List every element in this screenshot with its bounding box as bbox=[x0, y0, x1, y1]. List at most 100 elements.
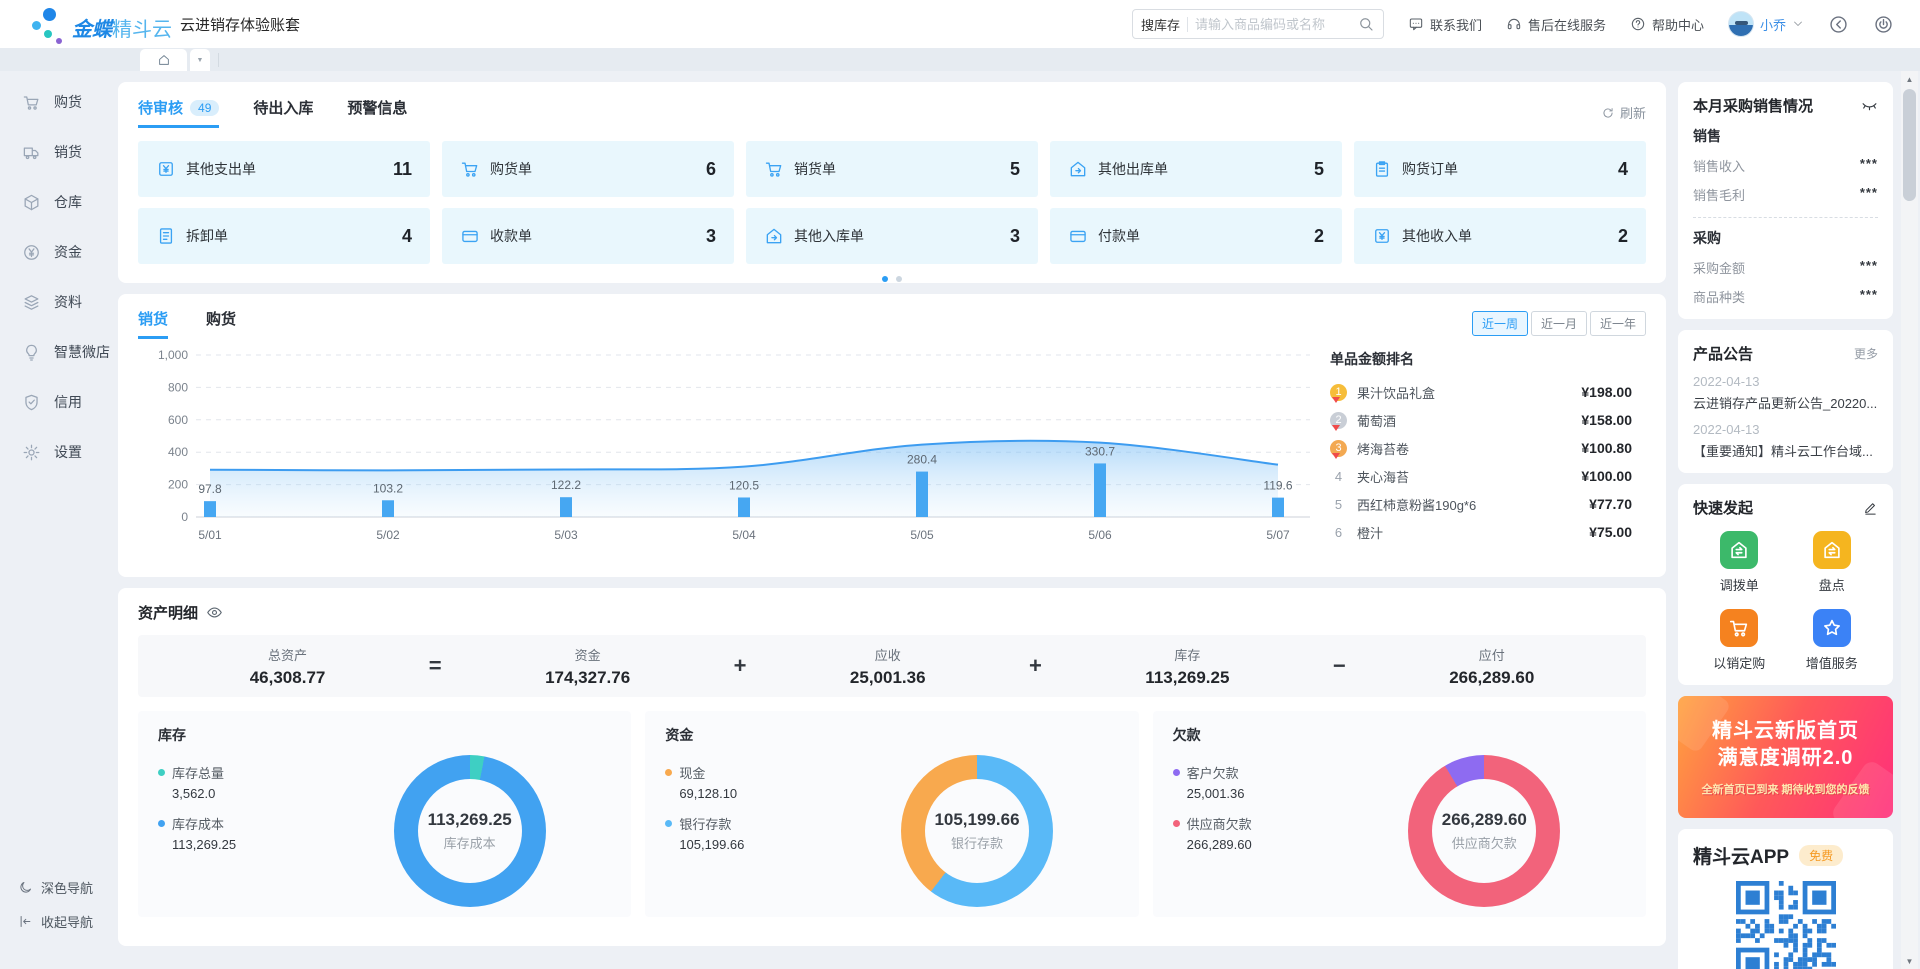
todo-card-purchase-order[interactable]: 购货单6 bbox=[442, 141, 734, 197]
ranking-row[interactable]: 5西红柿意粉酱190g*6¥77.70 bbox=[1330, 495, 1632, 513]
ranking-row[interactable]: 6橙汁¥75.00 bbox=[1330, 523, 1632, 541]
range-week-button[interactable]: 近一周 bbox=[1472, 311, 1528, 336]
svg-text:800: 800 bbox=[168, 380, 188, 394]
svg-text:5/01: 5/01 bbox=[198, 528, 222, 542]
todo-card-other-income[interactable]: 其他收入单2 bbox=[1354, 208, 1646, 264]
todo-card-receipt[interactable]: 收款单3 bbox=[442, 208, 734, 264]
logout-button[interactable] bbox=[1873, 14, 1894, 35]
ranking-row[interactable]: 2葡萄酒¥158.00 bbox=[1330, 411, 1632, 429]
dark-nav-toggle[interactable]: 深色导航 bbox=[0, 878, 112, 897]
todo-card-label: 其他出库单 bbox=[1098, 159, 1168, 179]
tab-alerts[interactable]: 预警信息 bbox=[347, 97, 407, 128]
inventory-search[interactable]: 搜库存 bbox=[1132, 9, 1384, 39]
after-sales-service-link[interactable]: 售后在线服务 bbox=[1506, 15, 1606, 34]
home-tab[interactable] bbox=[140, 49, 187, 71]
edit-pencil-icon[interactable] bbox=[1863, 500, 1878, 515]
search-input[interactable] bbox=[1195, 17, 1350, 32]
sidebar-item-funds[interactable]: 资金 bbox=[0, 227, 112, 277]
warehouse-out-icon bbox=[1068, 159, 1088, 179]
workspace-title: 云进销存体验账套 bbox=[180, 14, 300, 35]
quick-action-value-added[interactable]: 增值服务 bbox=[1806, 609, 1858, 672]
tab-pending-stock[interactable]: 待出入库 bbox=[253, 97, 313, 128]
sidebar-item-warehouse[interactable]: 仓库 bbox=[0, 177, 112, 227]
svg-text:5/03: 5/03 bbox=[554, 528, 578, 542]
gear-icon bbox=[22, 443, 41, 462]
app-title: 精斗云APP bbox=[1693, 842, 1789, 869]
page-scrollbar[interactable]: ▲ ▼ bbox=[1901, 71, 1918, 969]
announcement-item[interactable]: 2022-04-13云进销存产品更新公告_20220... bbox=[1693, 374, 1878, 412]
search-icon[interactable] bbox=[1357, 15, 1375, 33]
sidebar-item-settings[interactable]: 设置 bbox=[0, 427, 112, 477]
headset-icon bbox=[1506, 16, 1522, 32]
carousel-dot-1[interactable] bbox=[882, 276, 888, 282]
scroll-down-arrow[interactable]: ▼ bbox=[1901, 953, 1918, 969]
todo-card-payment[interactable]: 付款单2 bbox=[1050, 208, 1342, 264]
back-button[interactable] bbox=[1828, 14, 1849, 35]
contact-us-link[interactable]: 联系我们 bbox=[1408, 15, 1482, 34]
eye-icon[interactable] bbox=[206, 604, 223, 621]
rank-number: 5 bbox=[1330, 496, 1347, 513]
help-center-link[interactable]: 帮助中心 bbox=[1630, 15, 1704, 34]
ranking-name: 橙汁 bbox=[1357, 523, 1383, 542]
refresh-icon bbox=[1601, 106, 1615, 120]
collapse-nav-button[interactable]: 收起导航 bbox=[0, 912, 112, 931]
free-badge: 免费 bbox=[1799, 845, 1843, 866]
tab-pending-audit[interactable]: 待审核49 bbox=[138, 97, 219, 128]
todo-card-other-inbound[interactable]: 其他入库单3 bbox=[746, 208, 1038, 264]
more-link[interactable]: 更多 bbox=[1854, 345, 1878, 362]
todo-card-label: 拆卸单 bbox=[186, 226, 228, 246]
survey-banner[interactable]: 精斗云新版首页 满意度调研2.0 全新首页已到来 期待收到您的反馈 bbox=[1678, 696, 1893, 818]
scroll-up-arrow[interactable]: ▲ bbox=[1901, 71, 1918, 87]
eye-closed-icon[interactable] bbox=[1861, 97, 1878, 114]
range-month-button[interactable]: 近一月 bbox=[1531, 311, 1587, 336]
collapse-icon bbox=[18, 914, 33, 929]
sidebar-item-credit[interactable]: 信用 bbox=[0, 377, 112, 427]
legend-dot bbox=[158, 820, 165, 827]
quick-action-transfer[interactable]: 调拨单 bbox=[1720, 531, 1759, 594]
ranking-name: 夹心海苔 bbox=[1357, 467, 1409, 486]
svg-text:5/07: 5/07 bbox=[1266, 528, 1290, 542]
ranking-row[interactable]: 3烤海苔卷¥100.80 bbox=[1330, 439, 1632, 457]
sidebar-item-sales[interactable]: 销货 bbox=[0, 127, 112, 177]
sidebar-item-label: 购货 bbox=[54, 92, 82, 112]
todo-card-count: 11 bbox=[393, 159, 412, 180]
quick-action-stocktake[interactable]: 盘点 bbox=[1813, 531, 1851, 594]
layers-icon bbox=[22, 293, 41, 312]
todo-card-other-outbound[interactable]: 其他出库单5 bbox=[1050, 141, 1342, 197]
brand-logo[interactable]: 金蝶精斗云 bbox=[16, 0, 166, 48]
masked-value: *** bbox=[1860, 185, 1878, 204]
user-menu[interactable]: 小乔 bbox=[1728, 11, 1804, 37]
tab-strip-divider bbox=[218, 53, 219, 67]
todo-card-purchase-request[interactable]: 购货订单4 bbox=[1354, 141, 1646, 197]
scrollbar-thumb[interactable] bbox=[1903, 89, 1916, 201]
yen-doc-icon bbox=[1372, 226, 1392, 246]
sidebar-item-data[interactable]: 资料 bbox=[0, 277, 112, 327]
tab-purchase-trend[interactable]: 购货 bbox=[206, 308, 236, 339]
tab-sales-trend[interactable]: 销货 bbox=[138, 308, 168, 339]
tab-label: 预警信息 bbox=[347, 97, 407, 118]
quick-action-sell-to-buy[interactable]: 以销定购 bbox=[1713, 609, 1765, 672]
ranking-row[interactable]: 1果汁饮品礼盒¥198.00 bbox=[1330, 383, 1632, 401]
svg-text:103.2: 103.2 bbox=[373, 481, 403, 495]
todo-card-other-expense[interactable]: 其他支出单11 bbox=[138, 141, 430, 197]
todo-card-disassembly[interactable]: 拆卸单4 bbox=[138, 208, 430, 264]
ranking-amount: ¥75.00 bbox=[1589, 524, 1632, 540]
tab-label: 待出入库 bbox=[253, 97, 313, 118]
announcement-item[interactable]: 2022-04-13【重要通知】精斗云工作台域... bbox=[1693, 422, 1878, 460]
tab-dropdown-button[interactable]: ▼ bbox=[190, 49, 210, 71]
cart-icon bbox=[22, 93, 41, 112]
range-year-button[interactable]: 近一年 bbox=[1590, 311, 1646, 336]
divider bbox=[1693, 217, 1878, 218]
operator-minus: − bbox=[1333, 653, 1346, 679]
sidebar-item-purchase[interactable]: 购货 bbox=[0, 77, 112, 127]
todo-card-sales-order[interactable]: 销货单5 bbox=[746, 141, 1038, 197]
carousel-dot-2[interactable] bbox=[896, 276, 902, 282]
quick-actions-card: 快速发起 调拨单 盘点 以销定购 增值服务 bbox=[1678, 484, 1893, 685]
masked-value: *** bbox=[1860, 156, 1878, 175]
sidebar-item-smart-shop[interactable]: 智慧微店 bbox=[0, 327, 112, 377]
formula-funds: 资金174,327.76 bbox=[545, 645, 630, 688]
search-scope-label[interactable]: 搜库存 bbox=[1141, 15, 1180, 34]
refresh-button[interactable]: 刷新 bbox=[1601, 103, 1646, 122]
banner-subline: 全新首页已到来 期待收到您的反馈 bbox=[1678, 781, 1893, 797]
ranking-row[interactable]: 4夹心海苔¥100.00 bbox=[1330, 467, 1632, 485]
